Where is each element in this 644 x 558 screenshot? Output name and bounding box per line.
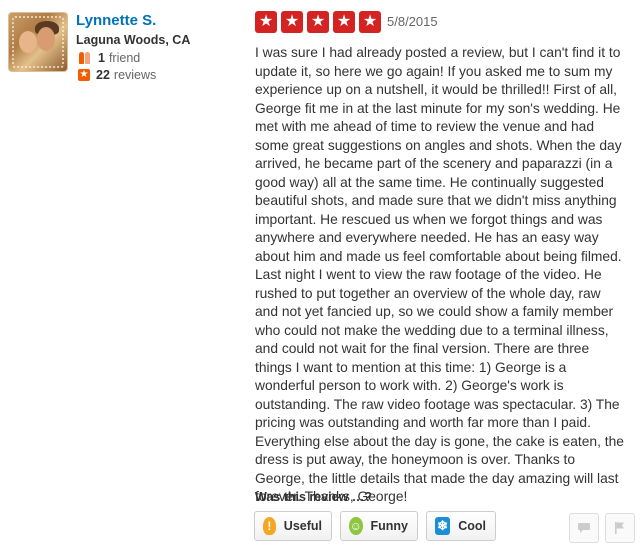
snowflake-icon: ❄	[435, 517, 451, 535]
funny-button[interactable]: ☺ Funny	[340, 511, 418, 541]
user-location: Laguna Woods, CA	[76, 33, 191, 47]
funny-label: Funny	[370, 519, 409, 533]
useful-button[interactable]: ! Useful	[254, 511, 332, 541]
star-rating: ★ ★ ★ ★ ★	[255, 11, 385, 33]
flag-review-button[interactable]	[605, 513, 635, 543]
reviews-count-value: 22	[96, 68, 110, 82]
speech-bubble-icon	[578, 523, 590, 533]
friends-count-value: 1	[98, 51, 105, 65]
reviews-count: ★ 22 reviews	[78, 68, 156, 82]
user-name-link[interactable]: Lynnette S.	[76, 12, 156, 29]
friends-count-label: friend	[108, 51, 141, 65]
helpful-prompt: Was this review …?	[255, 490, 372, 504]
cool-button[interactable]: ❄ Cool	[426, 511, 496, 541]
friends-icon	[78, 52, 92, 64]
reviews-count-label: reviews	[113, 68, 157, 82]
flag-icon	[615, 522, 624, 534]
smiley-icon: ☺	[349, 517, 363, 535]
avatar-photo-frame	[12, 16, 64, 68]
friends-count: 1 friend	[78, 51, 140, 65]
review-star-icon: ★	[78, 69, 90, 81]
cool-label: Cool	[458, 519, 486, 533]
review-date: 5/8/2015	[387, 14, 438, 29]
review-text: I was sure I had already posted a review…	[255, 45, 624, 504]
star-icon: ★	[281, 11, 303, 33]
send-message-button[interactable]	[569, 513, 599, 543]
user-avatar[interactable]	[8, 12, 68, 72]
star-icon: ★	[255, 11, 277, 33]
useful-label: Useful	[283, 519, 322, 533]
lightbulb-icon: !	[263, 517, 276, 535]
star-icon: ★	[307, 11, 329, 33]
star-icon: ★	[359, 11, 381, 33]
star-icon: ★	[333, 11, 355, 33]
